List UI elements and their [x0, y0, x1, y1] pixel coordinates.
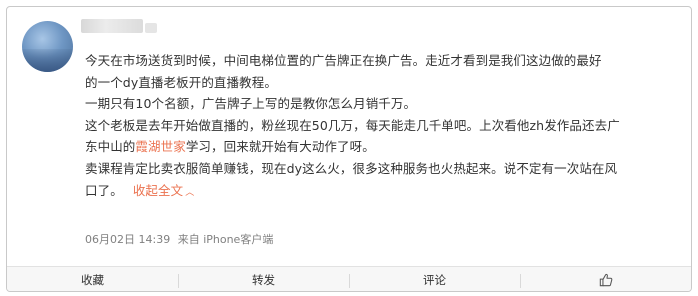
mention-link[interactable]: 霞湖世家	[135, 139, 185, 154]
post-content: 今天在市场送货到时候，中间电梯位置的广告牌正在换广告。走近才看到是我们这边做的最…	[85, 50, 685, 204]
content-text: 口了。	[85, 182, 123, 198]
content-line: 今天在市场送货到时候，中间电梯位置的广告牌正在换广告。走近才看到是我们这边做的最…	[85, 53, 602, 68]
collapse-label: 收起全文	[132, 182, 184, 198]
comment-button[interactable]: 评论	[349, 267, 520, 291]
favorite-button[interactable]: 收藏	[7, 267, 178, 291]
content-line: 一期只有10个名额，广告牌子上写的是教你怎么月销千万。	[85, 96, 417, 112]
action-bar: 收藏 转发 评论	[7, 266, 691, 291]
content-line: 这个老板是去年开始做直播的，粉丝现在50几万，每天能走几千单吧。上次看他zh发作…	[85, 117, 620, 133]
avatar[interactable]	[22, 21, 73, 72]
post-meta: 06月02日 14:39 来自 iPhone客户端	[85, 231, 277, 247]
comment-label: 评论	[423, 273, 446, 287]
content-line: 卖课程肯定比卖衣服简单赚钱，现在dy这么火，很多这种服务也火热起来。说不定有一次…	[85, 160, 618, 176]
like-button[interactable]	[520, 267, 691, 291]
repost-label: 转发	[252, 273, 275, 287]
weibo-post-card: 今天在市场送货到时候，中间电梯位置的广告牌正在换广告。走近才看到是我们这边做的最…	[6, 6, 692, 292]
content-line: 东中山的霞湖世家学习，回来就开始有大动作了呀。	[85, 136, 685, 158]
post-body: 今天在市场送货到时候，中间电梯位置的广告牌正在换广告。走近才看到是我们这边做的最…	[7, 7, 691, 257]
content-text: 东中山的	[85, 139, 136, 155]
favorite-label: 收藏	[81, 273, 104, 287]
post-source: 来自 iPhone客户端	[177, 233, 274, 246]
collapse-text-link[interactable]: 收起全文 ︿	[133, 183, 195, 198]
chevron-up-icon: ︿	[185, 187, 195, 198]
content-text: 学习，回来就开始有大动作了呀。	[185, 139, 375, 155]
repost-button[interactable]: 转发	[178, 267, 349, 291]
content-line: 口了。 收起全文 ︿	[85, 180, 685, 205]
username-blurred-badge	[145, 23, 157, 33]
thumbs-up-icon	[599, 273, 612, 287]
post-date[interactable]: 06月02日 14:39	[85, 233, 170, 246]
username-blurred[interactable]	[81, 19, 143, 33]
content-line: 的一个dy直播老板开的直播教程。	[85, 74, 277, 90]
